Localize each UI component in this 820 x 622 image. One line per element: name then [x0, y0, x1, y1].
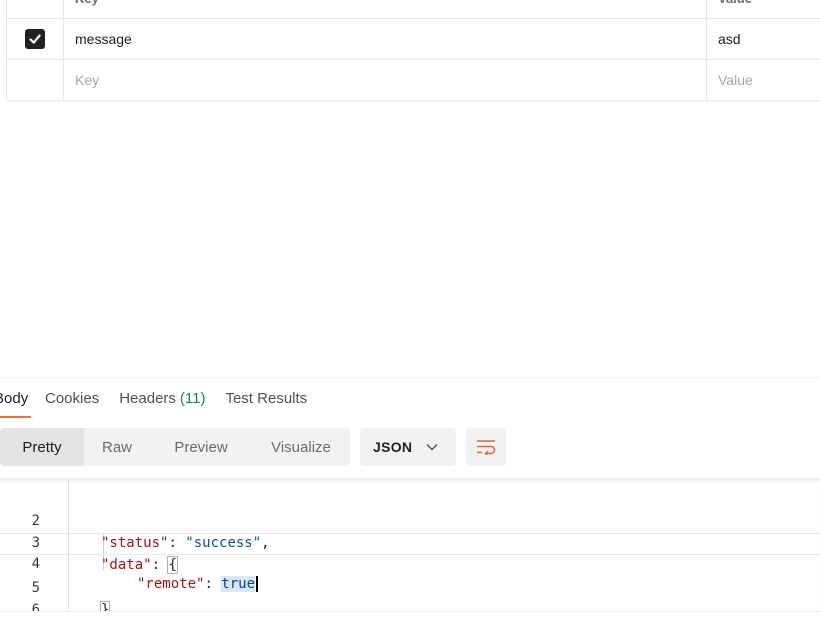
header-value-cell: Value [707, 0, 820, 18]
tab-test-results-label: Test Results [225, 389, 308, 407]
view-raw-label: Raw [101, 438, 132, 456]
new-value-placeholder: Value [718, 72, 753, 88]
code-line: 5 } [0, 555, 820, 611]
tab-headers-label: Headers [119, 389, 176, 407]
chevron-down-icon [426, 443, 438, 451]
new-key-cell[interactable]: Key [64, 60, 707, 100]
view-visualize-button[interactable]: Visualize [252, 428, 350, 466]
response-pane: Body Cookies Headers (11) Test Results P… [0, 377, 820, 622]
key-column-header: Key [75, 0, 99, 18]
check-icon [29, 34, 41, 44]
view-visualize-label: Visualize [271, 438, 331, 456]
param-key: message [75, 31, 132, 47]
view-raw-button[interactable]: Raw [84, 428, 150, 466]
header-key-cell: Key [64, 0, 707, 18]
param-row: message asd [7, 19, 820, 60]
wrap-lines-icon [477, 440, 496, 455]
line-number: 6 [31, 602, 40, 612]
value-column-header: Value [718, 0, 752, 18]
tab-body[interactable]: Body [0, 378, 31, 418]
format-dropdown[interactable]: JSON [360, 428, 456, 466]
code-line: 3 "data": { [0, 510, 820, 574]
new-value-cell[interactable]: Value [707, 60, 820, 100]
param-value: asd [718, 31, 741, 47]
params-header-row: Key Value [7, 0, 820, 19]
code-line-current: 4 "remote": true [0, 533, 820, 592]
view-preview-label: Preview [174, 438, 228, 456]
code-text: } [99, 599, 111, 611]
headers-count-badge: (11) [179, 389, 206, 407]
new-row-check-cell [7, 60, 64, 100]
param-check-cell [7, 19, 64, 59]
view-pretty-label: Pretty [22, 438, 62, 456]
response-toolbar: Pretty Raw Preview Visualize JSON [0, 428, 506, 466]
response-body-editor[interactable]: 2 "status": "success", 3 "data": { 4 "re… [0, 478, 820, 612]
header-check-cell [7, 0, 64, 18]
tab-cookies-label: Cookies [45, 389, 100, 407]
param-value-cell[interactable]: asd [707, 19, 820, 59]
tab-cookies[interactable]: Cookies [45, 378, 99, 418]
code-line: 2 "status": "success", [0, 488, 820, 551]
json-close-brace: } [99, 601, 111, 611]
wrap-lines-button[interactable] [466, 428, 506, 466]
view-pretty-button[interactable]: Pretty [0, 428, 84, 466]
tab-body-label: Body [0, 389, 29, 407]
response-tabs: Body Cookies Headers (11) Test Results [0, 378, 307, 418]
format-label: JSON [373, 439, 413, 455]
view-preview-button[interactable]: Preview [150, 428, 252, 466]
param-enabled-checkbox[interactable] [25, 29, 45, 49]
tab-headers[interactable]: Headers (11) [119, 378, 205, 418]
new-key-placeholder: Key [75, 72, 100, 88]
view-mode-selector: Pretty Raw Preview Visualize [0, 428, 350, 466]
params-table: Key Value message asd Key Value [6, 0, 820, 101]
param-key-cell[interactable]: message [64, 19, 707, 59]
param-new-row: Key Value [7, 60, 820, 101]
code-line: 6 } [0, 577, 820, 611]
tab-test-results[interactable]: Test Results [225, 378, 307, 418]
